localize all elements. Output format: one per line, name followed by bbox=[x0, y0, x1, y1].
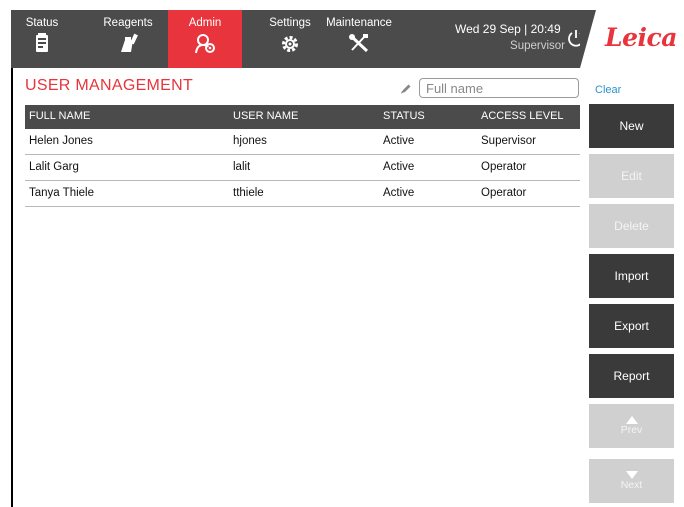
brand-slash-shape bbox=[580, 10, 596, 68]
cell-status: Active bbox=[383, 135, 415, 147]
nav-settings-label: Settings bbox=[269, 17, 311, 29]
cell-full-name: Helen Jones bbox=[29, 135, 93, 147]
column-header-user-name[interactable]: USER NAME bbox=[233, 105, 298, 128]
brand-area: Leica bbox=[580, 10, 684, 68]
prev-label: Prev bbox=[620, 424, 643, 436]
nav-status-label: Status bbox=[25, 17, 59, 29]
next-page-button[interactable]: Next bbox=[589, 459, 674, 503]
nav-settings[interactable]: Settings bbox=[254, 10, 326, 68]
cell-status: Active bbox=[383, 187, 415, 199]
leica-logo: Leica bbox=[605, 23, 677, 52]
arrow-down-icon bbox=[625, 471, 638, 479]
nav-admin[interactable]: Admin bbox=[168, 10, 242, 68]
content-left-border bbox=[11, 68, 13, 507]
column-header-access-level[interactable]: ACCESS LEVEL bbox=[481, 105, 564, 128]
users-table: FULL NAME USER NAME STATUS ACCESS LEVEL … bbox=[25, 105, 580, 207]
table-row[interactable]: Helen Jones hjones Active Supervisor bbox=[25, 129, 580, 155]
maintenance-icon bbox=[349, 34, 369, 53]
edit-button[interactable]: Edit bbox=[589, 154, 674, 198]
full-name-filter-input[interactable] bbox=[419, 78, 579, 98]
settings-icon bbox=[282, 36, 298, 52]
nav-reagents[interactable]: Reagents bbox=[93, 10, 163, 68]
pencil-icon bbox=[401, 84, 411, 94]
arrow-up-icon bbox=[625, 416, 638, 424]
column-header-full-name[interactable]: FULL NAME bbox=[29, 105, 90, 128]
next-label: Next bbox=[620, 479, 643, 491]
cell-access-level: Supervisor bbox=[481, 135, 536, 147]
top-nav-bar: Status Reagents Admin Settings Maintenan… bbox=[11, 10, 584, 68]
table-row[interactable]: Tanya Thiele tthiele Active Operator bbox=[25, 181, 580, 207]
nav-reagents-label: Reagents bbox=[103, 17, 153, 29]
cell-user-name: lalit bbox=[233, 161, 251, 173]
delete-button[interactable]: Delete bbox=[589, 204, 674, 248]
nav-admin-label: Admin bbox=[188, 17, 222, 29]
cell-access-level: Operator bbox=[481, 187, 527, 199]
report-button[interactable]: Report bbox=[589, 354, 674, 398]
import-button[interactable]: Import bbox=[589, 254, 674, 298]
cell-access-level: Operator bbox=[481, 161, 527, 173]
cell-user-name: hjones bbox=[233, 135, 267, 147]
table-row[interactable]: Lalit Garg lalit Active Operator bbox=[25, 155, 580, 181]
cell-full-name: Tanya Thiele bbox=[29, 187, 94, 199]
clear-filter-link[interactable]: Clear bbox=[595, 84, 621, 96]
prev-page-button[interactable]: Prev bbox=[589, 404, 674, 448]
new-button[interactable]: New bbox=[589, 104, 674, 148]
column-header-status[interactable]: STATUS bbox=[383, 105, 425, 128]
page-title: USER MANAGEMENT bbox=[25, 77, 194, 94]
cell-status: Active bbox=[383, 161, 415, 173]
current-user-role: Supervisor bbox=[510, 40, 565, 52]
current-datetime: Wed 29 Sep | 20:49 bbox=[455, 22, 561, 36]
nav-status[interactable]: Status bbox=[11, 10, 73, 68]
nav-maintenance-label: Maintenance bbox=[326, 17, 392, 29]
cell-full-name: Lalit Garg bbox=[29, 161, 79, 173]
nav-maintenance[interactable]: Maintenance bbox=[317, 10, 401, 68]
export-button[interactable]: Export bbox=[589, 304, 674, 348]
status-icon bbox=[36, 33, 48, 52]
table-header: FULL NAME USER NAME STATUS ACCESS LEVEL bbox=[25, 105, 580, 129]
admin-icon bbox=[195, 34, 215, 54]
cell-user-name: tthiele bbox=[233, 187, 264, 199]
reagents-icon bbox=[121, 33, 138, 52]
